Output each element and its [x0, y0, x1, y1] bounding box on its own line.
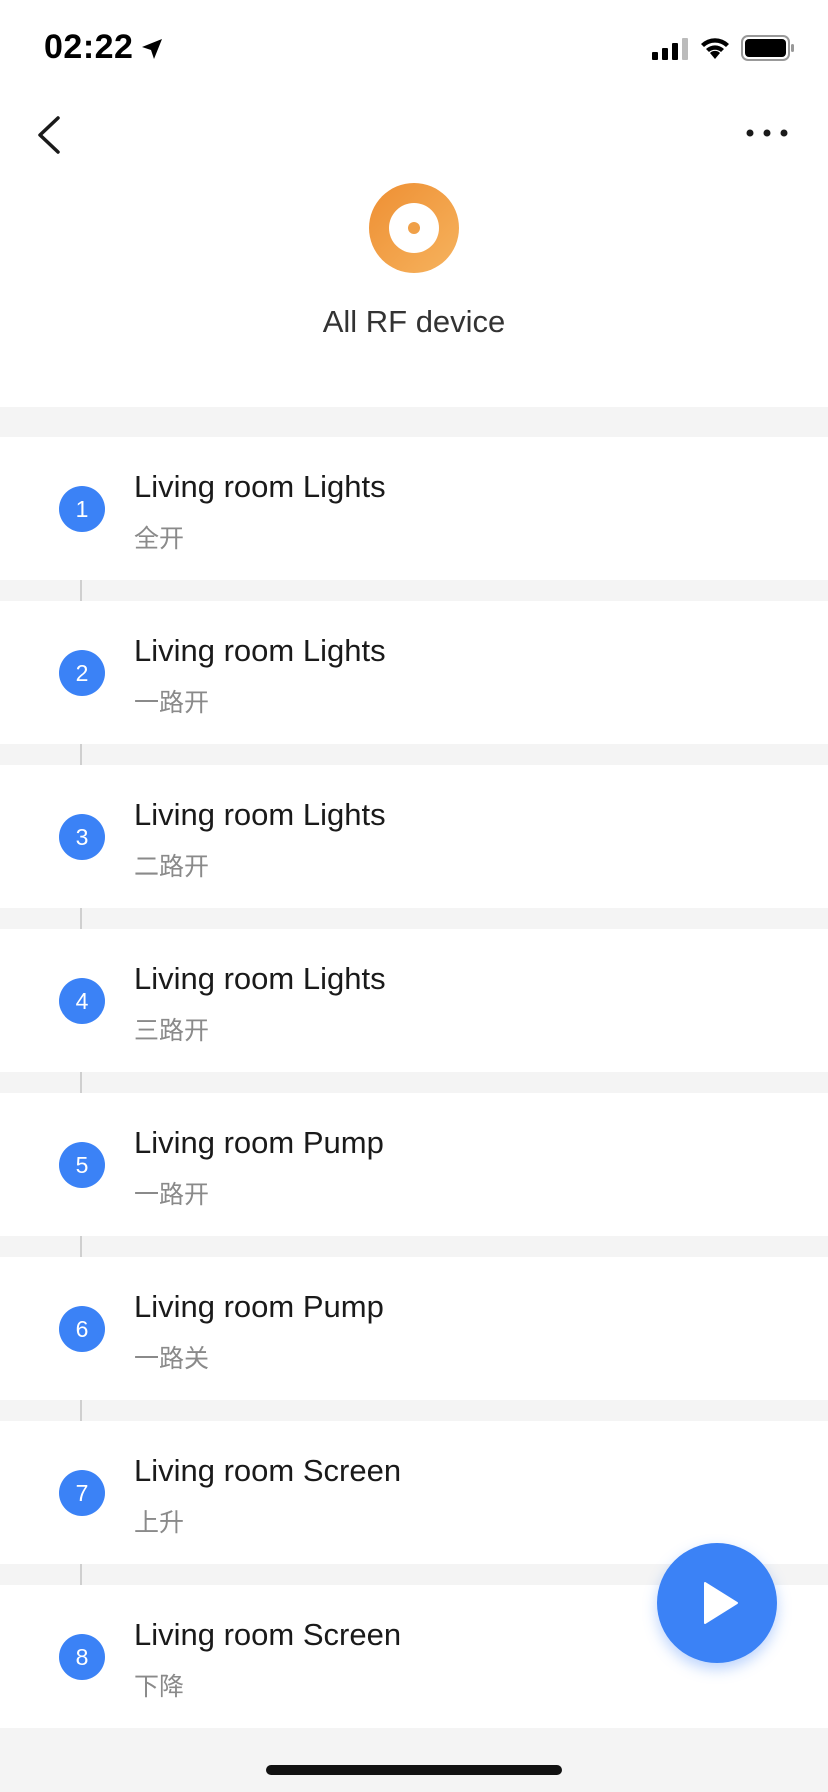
step-connector — [80, 580, 82, 601]
step-connector — [80, 1400, 82, 1421]
device-name: Living room Screen — [134, 1453, 402, 1488]
step-connector — [80, 908, 82, 929]
chevron-left-icon — [38, 116, 60, 154]
device-action: 一路开 — [134, 1181, 210, 1209]
play-button[interactable] — [657, 1543, 777, 1663]
location-arrow-icon — [142, 39, 162, 59]
step-connector — [80, 1072, 82, 1093]
step-number-badge: 4 — [59, 978, 105, 1024]
device-name: Living room Lights — [134, 961, 386, 996]
play-icon — [704, 1582, 738, 1624]
device-action: 上升 — [134, 1509, 185, 1537]
header-area: 02:22 All RF device — [0, 0, 828, 407]
list-item[interactable]: 4 Living room Lights 三路开 — [0, 929, 828, 1072]
step-connector — [80, 1236, 82, 1257]
device-name: Living room Screen — [134, 1617, 402, 1652]
step-number-badge: 8 — [59, 1634, 105, 1680]
more-dots-icon — [746, 129, 788, 137]
device-action: 一路关 — [134, 1345, 210, 1373]
device-action: 一路开 — [134, 689, 210, 717]
device-title: All RF device — [322, 304, 506, 339]
rf-device-icon — [369, 183, 459, 273]
step-number-badge: 6 — [59, 1306, 105, 1352]
device-action: 三路开 — [134, 1017, 210, 1045]
device-action: 全开 — [134, 525, 185, 553]
device-action: 二路开 — [134, 853, 210, 881]
home-indicator[interactable] — [266, 1765, 562, 1775]
list-item[interactable]: 6 Living room Pump 一路关 — [0, 1257, 828, 1400]
step-connector — [80, 1564, 82, 1585]
device-name: Living room Lights — [134, 469, 386, 504]
battery-icon — [741, 35, 794, 61]
device-action: 下降 — [134, 1673, 185, 1701]
status-time: 02:22 — [44, 28, 134, 66]
device-name: Living room Pump — [134, 1125, 384, 1160]
step-connector — [80, 744, 82, 765]
list-item[interactable]: 1 Living room Lights 全开 — [0, 437, 828, 580]
device-name: Living room Pump — [134, 1289, 384, 1324]
device-name: Living room Lights — [134, 797, 386, 832]
back-button[interactable] — [30, 110, 70, 160]
list-item[interactable]: 7 Living room Screen 上升 — [0, 1421, 828, 1564]
cellular-signal-icon — [652, 38, 688, 60]
wifi-icon — [701, 38, 729, 59]
device-name: Living room Lights — [134, 633, 386, 668]
more-button[interactable] — [742, 118, 792, 148]
step-number-badge: 2 — [59, 650, 105, 696]
list-item[interactable]: 5 Living room Pump 一路开 — [0, 1093, 828, 1236]
list-item[interactable]: 2 Living room Lights 一路开 — [0, 601, 828, 744]
step-number-badge: 5 — [59, 1142, 105, 1188]
step-number-badge: 1 — [59, 486, 105, 532]
step-number-badge: 3 — [59, 814, 105, 860]
step-number-badge: 7 — [59, 1470, 105, 1516]
list-item[interactable]: 3 Living room Lights 二路开 — [0, 765, 828, 908]
